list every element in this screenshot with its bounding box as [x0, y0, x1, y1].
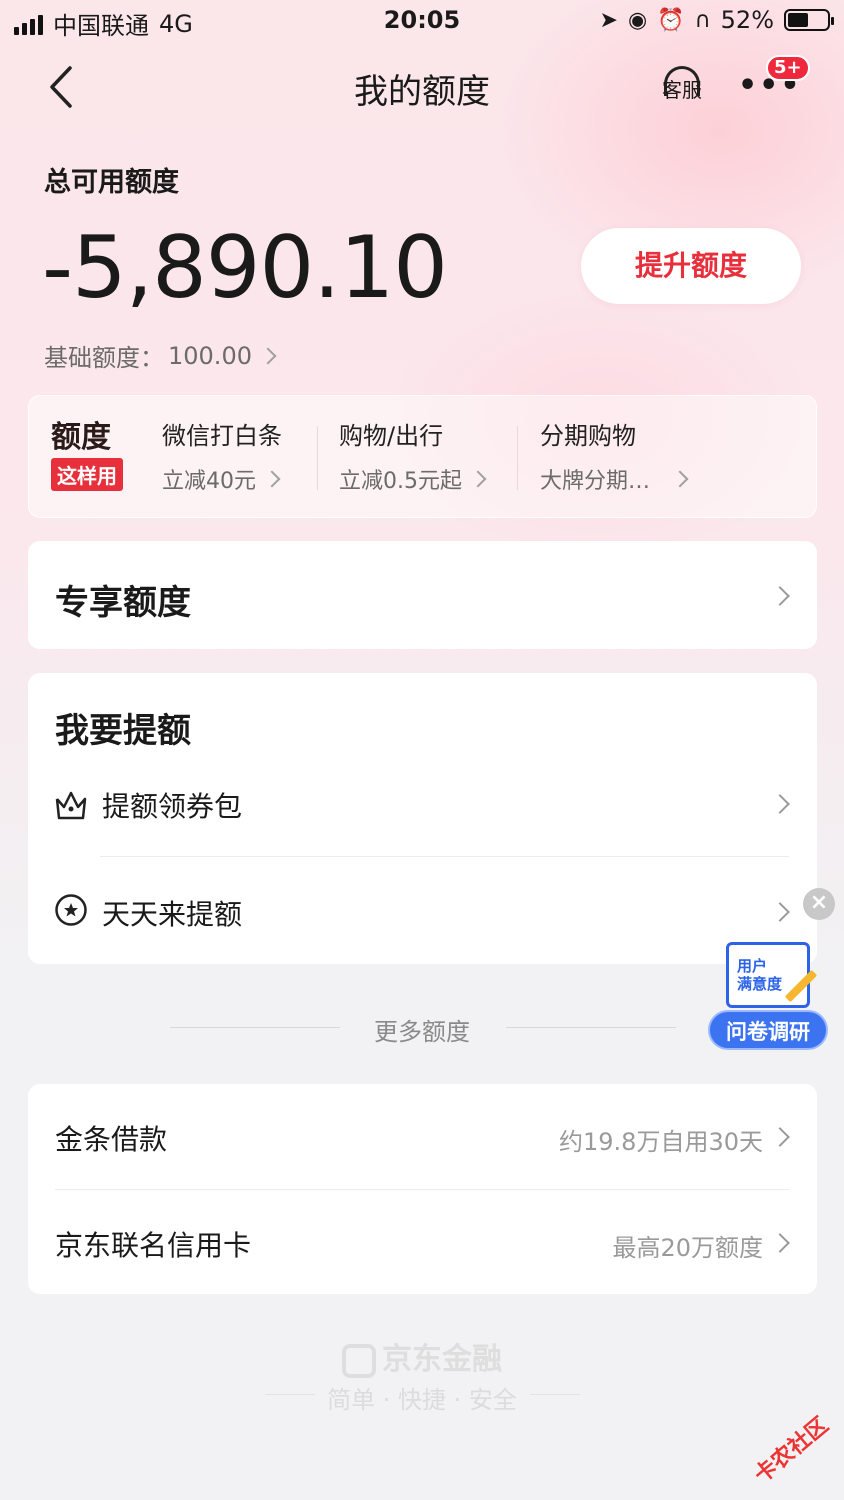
crown-icon [55, 791, 87, 820]
base-quota-link[interactable]: 基础额度： 100.00 [44, 338, 277, 373]
jd-finance-logo-icon [342, 1343, 376, 1378]
battery-icon [784, 9, 834, 31]
usage-item-title: 微信打白条 [162, 422, 282, 450]
cobrand-credit-card-label: 京东联名信用卡 [55, 1229, 252, 1262]
usage-item-sub: 立减0.5元起 [339, 469, 462, 494]
usage-item-installment[interactable]: 分期购物 大牌分期… [540, 416, 689, 495]
slogan-divider-right [530, 1394, 580, 1395]
cobrand-credit-card-row[interactable]: 京东联名信用卡 最高20万额度 [28, 1190, 817, 1294]
usage-item-shopping[interactable]: 购物/出行 立减0.5元起 [339, 416, 487, 495]
chevron-right-icon [671, 470, 689, 488]
survey-paper-text-1: 用户 [737, 957, 768, 975]
chevron-right-icon [770, 586, 790, 606]
usage-divider [317, 426, 318, 490]
raise-coupon-pack-row[interactable]: 提额领券包 [28, 765, 817, 855]
rotation-lock-icon: ◉ [627, 7, 648, 33]
row-divider [100, 856, 789, 857]
chevron-right-icon [469, 470, 487, 488]
survey-float-button[interactable]: 用户 满意度 问卷调研 [708, 942, 828, 1052]
chevron-right-icon [259, 347, 277, 364]
usage-item-sub: 大牌分期… [540, 469, 651, 494]
headphones-icon: ∩ [694, 7, 711, 33]
usage-tag: 额度 这样用 [51, 420, 131, 491]
raise-quota-button[interactable]: 提升额度 [581, 228, 801, 304]
status-bar: 中国联通 4G 20:05 ➤ ◉ ⏰ ∩ 52% [0, 0, 844, 44]
chevron-right-icon [770, 902, 790, 922]
star-badge-icon [55, 894, 87, 926]
usage-tag-subtitle: 这样用 [51, 458, 123, 491]
page-title: 我的额度 [354, 72, 490, 112]
jintiao-loan-label: 金条借款 [55, 1123, 168, 1156]
survey-paper-text-2: 满意度 [737, 975, 783, 993]
brand-slogan: 简单 · 快捷 · 安全 [327, 1386, 517, 1414]
usage-item-title: 分期购物 [540, 422, 636, 450]
customer-service-button[interactable]: 客服 [656, 66, 708, 110]
customer-service-label: 客服 [662, 78, 702, 102]
usage-item-title: 购物/出行 [339, 422, 444, 450]
survey-pill-label: 问卷调研 [708, 1010, 828, 1050]
brand-logo: 京东金融 [0, 1334, 844, 1378]
status-right: ➤ ◉ ⏰ ∩ 52% [599, 6, 834, 34]
raise-coupon-pack-label: 提额领券包 [102, 790, 243, 823]
exclusive-quota-card[interactable]: 专享额度 [28, 541, 817, 649]
base-quota-value: 100.00 [168, 341, 252, 370]
brand-name: 京东金融 [382, 1342, 502, 1377]
chevron-right-icon [263, 470, 281, 488]
notification-badge: 5+ [766, 55, 810, 81]
usage-tag-title: 额度 [51, 420, 111, 455]
jintiao-loan-row[interactable]: 金条借款 约19.8万自用30天 [28, 1084, 817, 1188]
raise-quota-section-title: 我要提额 [55, 711, 191, 751]
total-quota-amount: -5,890.10 [42, 218, 448, 318]
chevron-right-icon [770, 794, 790, 814]
battery-percent: 52% [720, 6, 774, 34]
location-icon: ➤ [599, 7, 618, 33]
close-icon: × [809, 890, 829, 915]
base-quota-label: 基础额度： [44, 344, 164, 372]
chevron-right-icon [770, 1233, 790, 1253]
daily-raise-label: 天天来提额 [102, 898, 243, 931]
usage-item-sub: 立减40元 [162, 469, 256, 494]
quota-usage-card: 额度 这样用 微信打白条 立减40元 购物/出行 立减0.5元起 分期购物 大牌… [28, 395, 817, 518]
exclusive-quota-title: 专享额度 [55, 583, 191, 623]
survey-close-button[interactable]: × [803, 888, 835, 920]
raise-quota-card: 我要提额 提额领券包 天天来提额 [28, 673, 817, 964]
jintiao-loan-sub: 约19.8万自用30天 [559, 1128, 763, 1156]
usage-item-wechat[interactable]: 微信打白条 立减40元 [162, 416, 282, 495]
usage-divider [517, 426, 518, 490]
more-quota-card: 金条借款 约19.8万自用30天 京东联名信用卡 最高20万额度 [28, 1084, 817, 1294]
alarm-icon: ⏰ [657, 7, 685, 33]
chevron-right-icon [770, 1127, 790, 1147]
daily-raise-row[interactable]: 天天来提额 [28, 863, 817, 953]
survey-paper-icon: 用户 满意度 [726, 942, 810, 1008]
cobrand-credit-card-sub: 最高20万额度 [612, 1234, 763, 1262]
more-divider-right [506, 1027, 676, 1028]
total-quota-label: 总可用额度 [44, 167, 179, 198]
